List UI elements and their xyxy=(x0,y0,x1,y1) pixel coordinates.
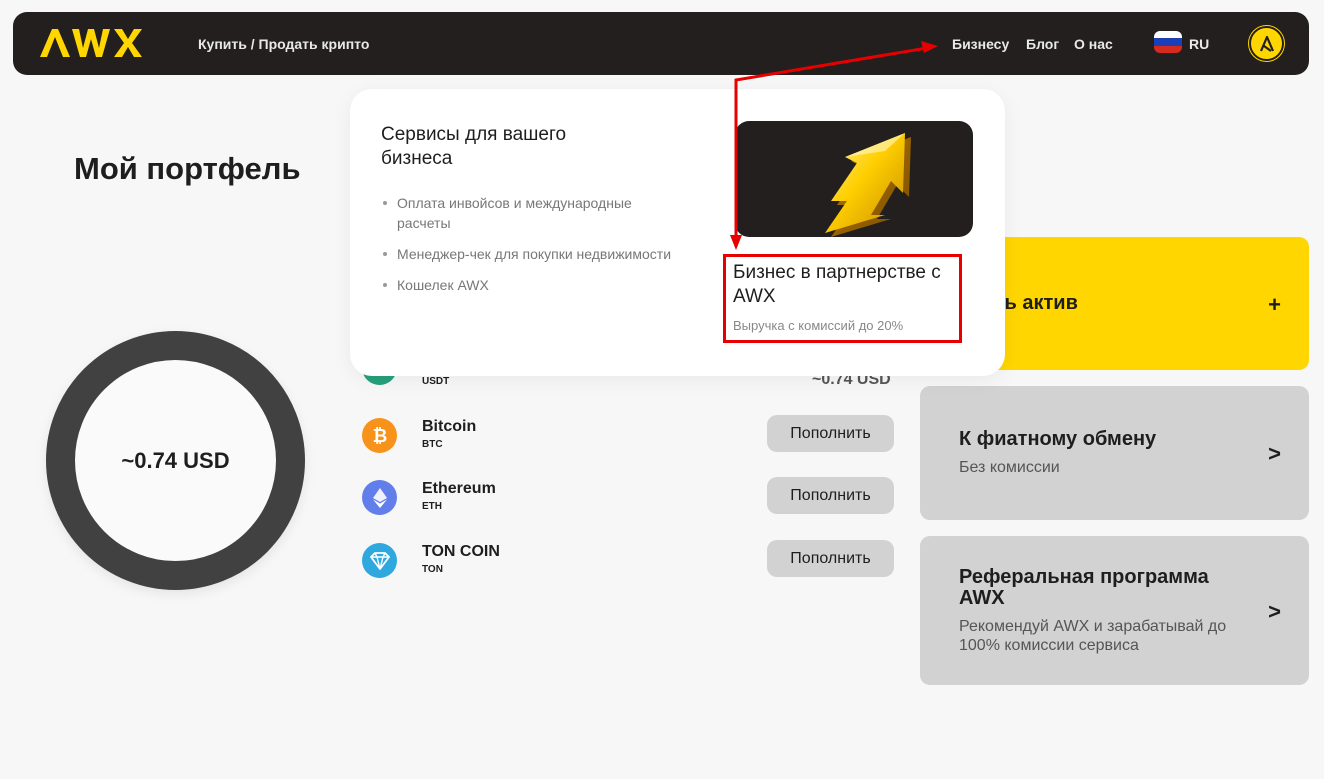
annotation-arrows xyxy=(730,41,938,250)
